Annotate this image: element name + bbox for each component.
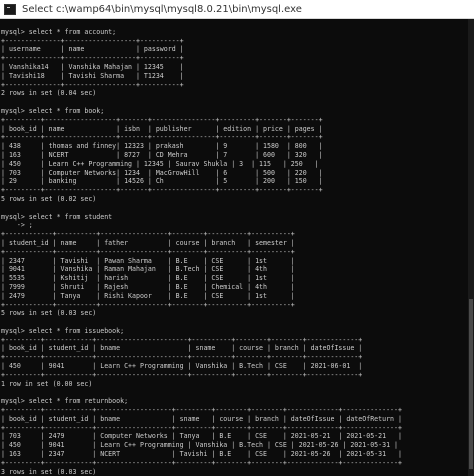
vertical-scrollbar[interactable] [468,19,474,476]
console-line: | 7999 | Shruti | Rajesh | B.E | Chemica… [1,282,295,291]
console-line: | 703 | 2479 | Computer Networks | Tanya… [1,432,402,441]
console-line: 1 row in set (0.00 sec) [1,379,93,388]
console-line: +---------+------------+----------------… [1,406,402,415]
console-line: mysql> select * from student [1,212,113,221]
console-app-icon [4,3,16,15]
console-line: mysql> select * from account; [1,27,117,36]
window-title: Select c:\wamp64\bin\mysql\mysql8.0.21\b… [22,3,302,15]
console-line: 5 rows in set (0.02 sec) [1,194,97,203]
console-line: +---------+------------+----------------… [1,370,363,379]
console-line: | student_id | name | father | course | … [1,238,295,247]
console-line: mysql> select * from book; [1,106,105,115]
console-line: +---------+------------+----------------… [1,353,363,362]
title-bar[interactable]: Select c:\wamp64\bin\mysql\mysql8.0.21\b… [0,0,474,19]
console-line: 5 rows in set (0.03 sec) [1,309,97,318]
console-line: +---------+------------+----------------… [1,458,402,467]
console-line: +---------+------------------+-------+--… [1,115,323,124]
console-line: | 163 | NCERT | 8727 | CD Mehra | 7 | 60… [1,150,323,159]
console-line: +------------+----------+---------------… [1,230,295,239]
scrollbar-thumb[interactable] [469,299,473,469]
console-line: +---------+------------------+-------+--… [1,186,323,195]
console-line: mysql> select * from issuebook; [1,326,125,335]
console-line: -> ; [1,221,33,230]
console-line: | 450 | Learn C++ Programming | 12345 | … [1,159,319,168]
console-line: | 450 | 9041 | Learn C++ Programming | V… [1,362,363,371]
console-line: mysql> select * from returnbook; [1,397,129,406]
console-line: +--------------+------------------+-----… [1,36,184,45]
console-line: | book_id | name | isbn | publisher | ed… [1,124,323,133]
console-line: | 2479 | Tanya | Rishi Kapoor | B.E | CS… [1,291,295,300]
console-line: | 438 | thomas and finney| 12323 | praka… [1,142,323,151]
console-line: +---------+------------+----------------… [1,423,402,432]
console-line: | 703 | Computer Networks| 1234 | MacGro… [1,168,323,177]
console-line: | 5535 | Kshitij | harish | B.E | CSE | … [1,274,295,283]
console-line: +---------+------------------+-------+--… [1,133,323,142]
console-line: | username | name | password | [1,45,184,54]
console-line: | 29 | banking | 14526 | Ch | 5 | 200 | … [1,177,323,186]
console-line: | 450 | 9041 | Learn C++ Programming | V… [1,441,398,450]
console-line: | book_id | student_id | bname | sname |… [1,414,402,423]
console-line: +--------------+------------------+-----… [1,54,184,63]
console-window: Select c:\wamp64\bin\mysql\mysql8.0.21\b… [0,0,474,476]
console-line: | book_id | student_id | bname | sname |… [1,344,363,353]
console-line: +------------+----------+---------------… [1,247,295,256]
console-line: 3 rows in set (0.03 sec) [1,467,97,476]
console-line: | 2347 | Tavishi | Pawan Sharma | B.E | … [1,256,295,265]
console-line: +------------+----------+---------------… [1,300,295,309]
console-line: +---------+------------+----------------… [1,335,363,344]
console-line: | Vanshika14 | Vanshika Mahajan | 12345 … [1,62,184,71]
console-line: | 163 | 2347 | NCERT | Tavishi | B.E | C… [1,450,402,459]
console-line: 2 rows in set (0.04 sec) [1,89,97,98]
console-line: | Tavishi18 | Tavishi Sharma | T1234 | [1,71,184,80]
console-line: | 9041 | Vanshika | Raman Mahajan | B.Te… [1,265,295,274]
console-line: +--------------+------------------+-----… [1,80,184,89]
console-output[interactable]: mysql> select * from account; +---------… [0,19,469,476]
